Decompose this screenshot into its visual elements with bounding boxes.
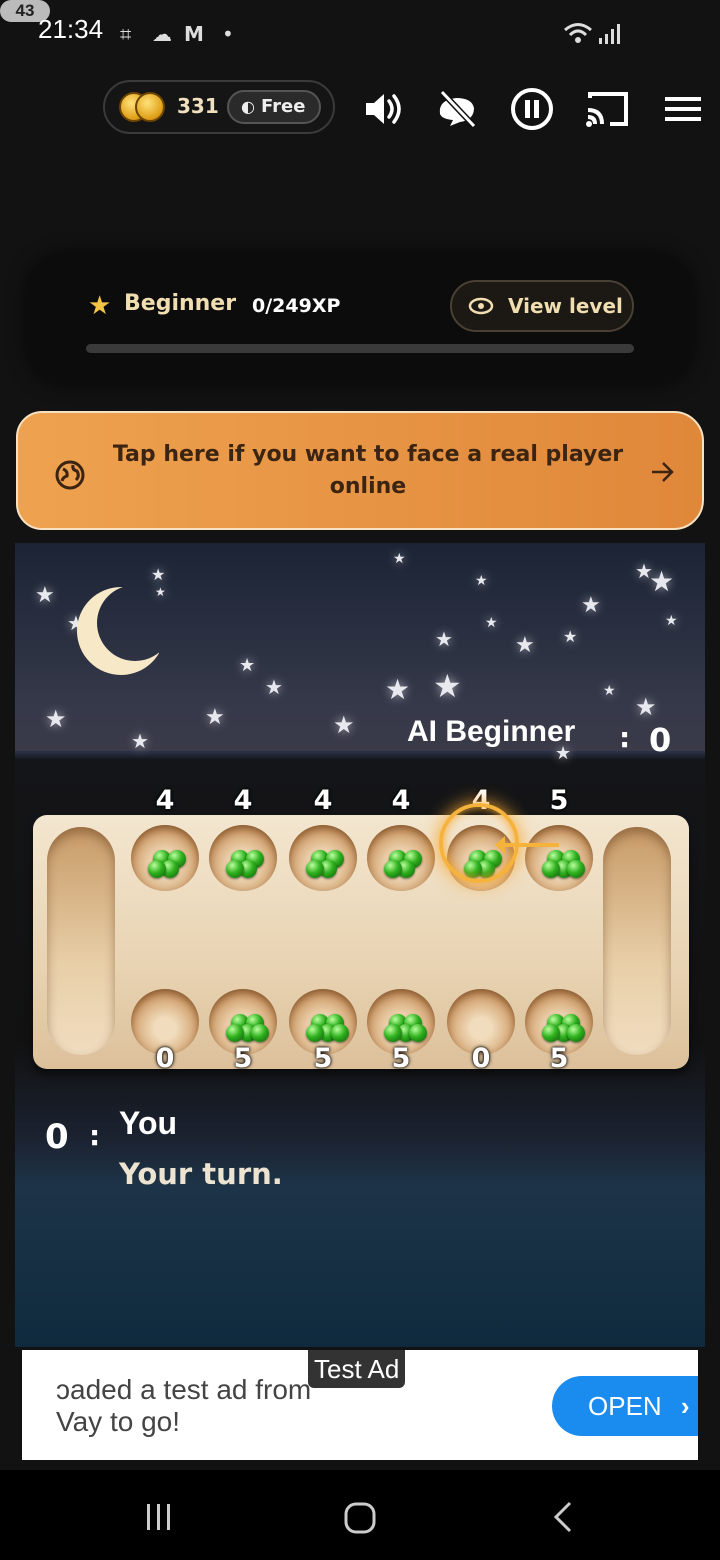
star-icon: ★	[603, 683, 616, 699]
clock: 21:34	[38, 14, 104, 44]
bottom-pit-count: 5	[549, 1043, 569, 1074]
star-icon: ★	[45, 705, 67, 733]
free-button[interactable]: ◐ Free	[227, 90, 321, 124]
play-online-banner[interactable]: Tap here if you want to face a real play…	[16, 411, 704, 530]
turn-status: Your turn.	[119, 1157, 283, 1191]
bottom-pit-count: 0	[471, 1043, 491, 1074]
star-icon: ★	[433, 667, 462, 705]
coin-balance: 331 ◐ Free	[103, 80, 335, 134]
bottom-pit-count: 0	[155, 1043, 175, 1074]
cloud-icon: ☁	[152, 22, 172, 46]
globe-icon	[55, 460, 85, 490]
top-pit-count: 4	[155, 785, 175, 816]
opponent-store	[47, 827, 115, 1055]
sound-icon[interactable]	[360, 86, 406, 132]
star-icon: ★	[205, 705, 225, 730]
bottom-pit-count: 5	[233, 1043, 253, 1074]
top-pit-count: 4	[313, 785, 333, 816]
view-level-label: View level	[508, 294, 623, 318]
star-icon: ★	[581, 593, 601, 618]
star-icon: ★	[563, 627, 578, 646]
star-icon: ★	[131, 729, 149, 753]
screenshot-icon: ⌗	[120, 22, 132, 46]
player-colon: :	[89, 1119, 101, 1152]
test-ad-badge: Test Ad	[308, 1350, 406, 1388]
recent-apps-icon[interactable]	[142, 1500, 176, 1534]
top-pit-count: 4	[391, 785, 411, 816]
player-label: You	[119, 1105, 178, 1141]
opponent-colon: :	[619, 721, 631, 754]
star-icon: ★	[393, 551, 406, 567]
wifi-icon	[564, 23, 592, 43]
pause-icon[interactable]	[509, 86, 555, 132]
player-store	[603, 827, 671, 1055]
view-level-button[interactable]: View level	[450, 280, 634, 332]
star-icon: ★	[88, 291, 112, 321]
move-arrow-icon	[495, 836, 559, 854]
coin-count: 331	[177, 94, 219, 118]
level-name: Beginner	[124, 291, 237, 316]
star-icon: ★	[485, 615, 498, 631]
ad-banner[interactable]: ɔaded a test ad from Vay to go! Test Ad …	[22, 1350, 698, 1460]
bottom-pit-count: 5	[391, 1043, 411, 1074]
ad-text-line2: Vay to go!	[56, 1406, 181, 1437]
star-icon: ★	[35, 583, 55, 608]
signal-icon	[599, 24, 620, 44]
menu-icon[interactable]	[660, 86, 706, 132]
globe-icon: ◐	[241, 97, 255, 116]
top-pit-count: 4	[233, 785, 253, 816]
star-icon: ★	[665, 613, 678, 629]
level-xp: 0/249XP	[252, 295, 341, 317]
ad-open-label: OPEN	[588, 1391, 662, 1421]
play-online-text: Tap here if you want to face a real play…	[112, 442, 624, 499]
star-icon: ★	[435, 627, 453, 651]
game-area: ★ ★ ★ ★ ★ ★ ★ ★ ★ ★ ★ ★ ★ ★ ★ ★ ★ ★ ★ ★ ★ ★ ★ ★ ★ AI Beginner : …	[15, 543, 705, 1347]
level-card: ★ Beginner 0/249XP View level	[26, 253, 694, 385]
home-icon[interactable]	[342, 1500, 378, 1536]
eye-icon	[468, 297, 494, 315]
system-nav-bar	[0, 1470, 720, 1560]
star-icon: ★	[385, 673, 411, 706]
star-icon: ★	[649, 565, 675, 598]
chat-off-icon[interactable]	[434, 86, 480, 132]
dot-icon: •	[222, 22, 234, 46]
ad-text-line1: ɔaded a test ad from	[56, 1374, 312, 1405]
top-pit-count: 5	[549, 785, 569, 816]
opponent-score: 0	[649, 721, 672, 759]
bottom-pit-count: 5	[313, 1043, 333, 1074]
star-icon: ★	[151, 565, 166, 584]
ad-open-button[interactable]: OPEN ›	[552, 1376, 698, 1436]
star-icon: ★	[515, 633, 535, 658]
star-icon: ★	[333, 711, 355, 739]
chevron-right-icon: ›	[680, 1391, 690, 1421]
status-bar: 21:34 ⌗ ☁ M • 43	[0, 0, 720, 66]
star-icon: ★	[635, 693, 657, 721]
cast-icon[interactable]	[584, 86, 630, 132]
opponent-label: AI Beginner	[407, 715, 576, 748]
back-icon[interactable]	[548, 1500, 578, 1534]
star-icon: ★	[475, 573, 488, 589]
player-score: 0	[45, 1117, 69, 1157]
coin-icon	[135, 92, 165, 122]
arrow-right-icon	[652, 462, 674, 482]
moon-icon	[77, 587, 159, 675]
star-icon: ★	[239, 655, 256, 676]
star-icon: ★	[265, 675, 283, 699]
free-label: Free	[260, 96, 306, 117]
mail-icon: M	[184, 22, 204, 46]
xp-progress-bar	[86, 344, 634, 353]
